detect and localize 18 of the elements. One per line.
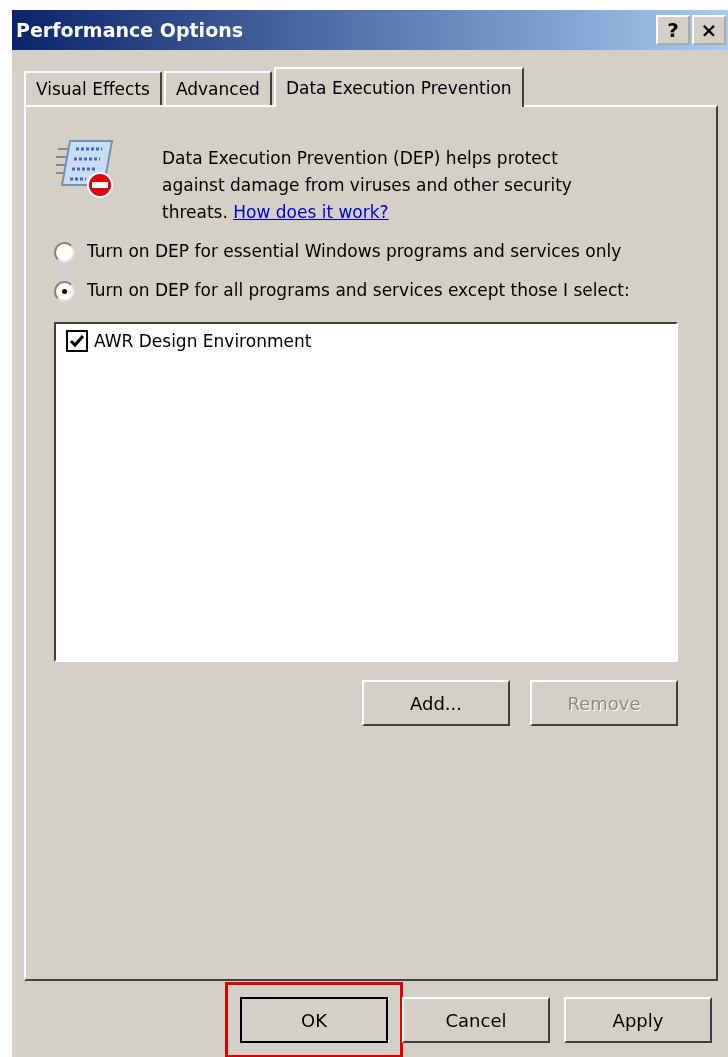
help-button[interactable]: ? (656, 15, 690, 45)
radio-button[interactable] (54, 242, 75, 263)
checkbox[interactable] (66, 330, 88, 352)
radio-option[interactable]: Turn on DEP for all programs and services except those I select: (54, 277, 644, 304)
description-text: Data Execution Prevention (DEP) helps protect against damage from viruses and other security threats. How does it work? (162, 147, 573, 224)
dialog-button[interactable]: OK (240, 997, 388, 1043)
close-button[interactable]: × (692, 15, 726, 45)
tab[interactable]: Advanced (163, 71, 272, 105)
tab[interactable]: Visual Effects (24, 71, 162, 105)
radio-option[interactable]: Turn on DEP for essential Windows programs and services only (54, 238, 644, 265)
add-button[interactable]: Add... (362, 680, 510, 726)
list-item[interactable]: AWR Design Environment (94, 331, 312, 351)
window-title: Performance Options (16, 19, 245, 41)
help-link[interactable]: How does it work? (233, 202, 389, 222)
tab[interactable]: Data Execution Prevention (273, 67, 524, 107)
dialog-button[interactable]: Apply (564, 997, 712, 1043)
dialog-button[interactable]: Cancel (402, 997, 550, 1043)
radio-button[interactable] (54, 281, 75, 302)
